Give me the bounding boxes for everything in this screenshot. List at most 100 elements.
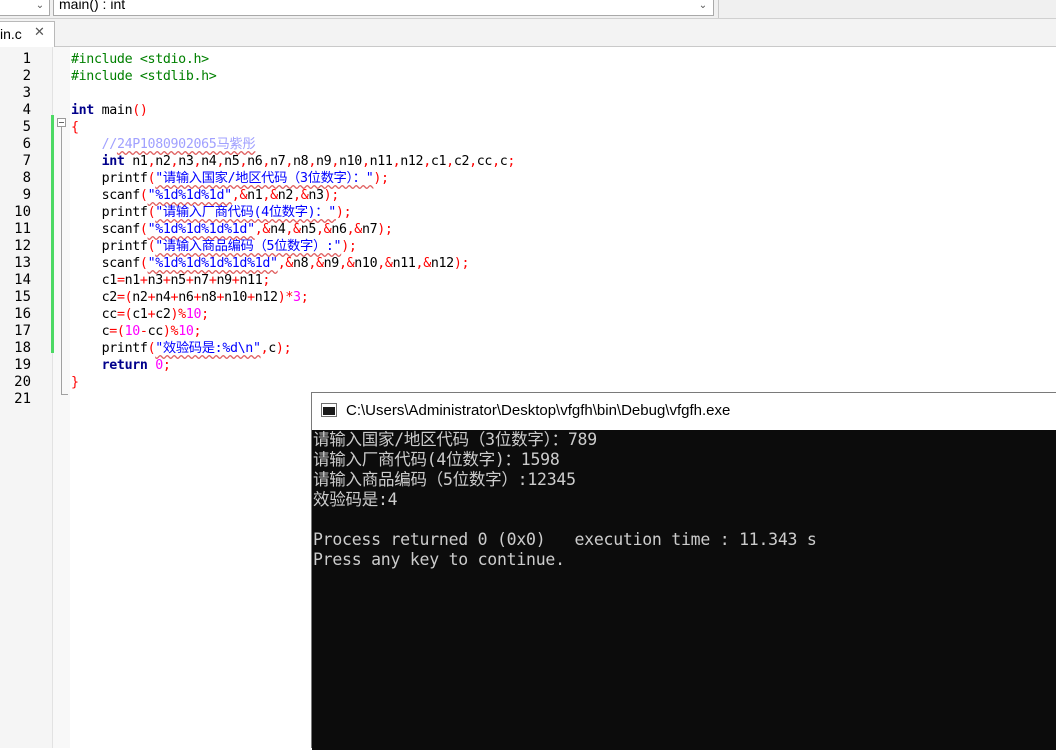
code-token: printf [71, 341, 148, 356]
code-token: 10 [178, 324, 194, 339]
code-line[interactable]: 11 scanf("%1d%1d%1d%1d",&n4,&n5,&n6,&n7)… [0, 221, 1056, 238]
code-token: + [162, 273, 171, 288]
code-line[interactable]: 4 int main() [0, 102, 1056, 119]
code-token: ; [201, 307, 209, 322]
code-line[interactable]: 18 printf("效验码是:%d\n",c); [0, 340, 1056, 357]
code-token: n10 [354, 256, 378, 271]
console-screen[interactable]: 请输入国家/地区代码（3位数字）：789 请输入厂商代码(4位数字)：1598 … [312, 430, 1056, 750]
code-line[interactable]: 7 int n1,n2,n3,n4,n5,n6,n7,n8,n9,n10,n11… [0, 153, 1056, 170]
line-number: 16 [14, 306, 31, 322]
code-token: n10 [338, 154, 362, 169]
line-number: 9 [22, 187, 31, 203]
code-line[interactable]: 3 [0, 85, 1056, 102]
code-token: )% [162, 324, 179, 339]
line-number: 17 [14, 323, 31, 339]
console-titlebar[interactable]: C:\Users\Administrator\Desktop\vfgfh\bin… [312, 393, 1056, 431]
code-text: } [71, 374, 79, 391]
code-line[interactable]: 5{ [0, 119, 1056, 136]
code-token: , [331, 154, 339, 169]
code-line[interactable]: 6 //24P1080902065马紫彤 [0, 136, 1056, 153]
code-token: = [116, 273, 125, 288]
code-token: ; [300, 290, 309, 305]
code-token: c [268, 341, 276, 356]
editor-tab-bar: in.c ✕ [0, 19, 1056, 47]
code-token: ; [162, 358, 171, 373]
code-token: "%1d%1d%1d%1d" [147, 222, 256, 237]
scope-combo[interactable]: ⌄ [0, 0, 50, 16]
code-token: & [270, 188, 278, 203]
code-token: "请输入商品编码（5位数字）:" [155, 239, 342, 254]
line-number: 15 [14, 289, 31, 305]
code-token: , [193, 154, 202, 169]
code-token: n11 [369, 154, 393, 169]
code-token: #include <stdio.h> [71, 52, 209, 67]
code-token: c [71, 324, 110, 339]
code-token: & [354, 222, 362, 237]
console-output-line: Process returned 0 (0x0) execution time … [313, 530, 817, 549]
code-token: cc [476, 154, 493, 169]
code-text: #include <stdlib.h> [71, 68, 217, 85]
code-token: n2 [155, 154, 171, 169]
code-text: c=(10-cc)%10; [71, 323, 202, 340]
code-line[interactable]: 16 cc=(c1+c2)%10; [0, 306, 1056, 323]
tab-main-c[interactable]: in.c ✕ [0, 21, 55, 47]
code-token: & [239, 188, 248, 203]
code-line[interactable]: 14 c1=n1+n3+n5+n7+n9+n11; [0, 272, 1056, 289]
code-line[interactable]: 10 printf("请输入厂商代码(4位数字)："); [0, 204, 1056, 221]
code-token: cc [147, 324, 164, 339]
code-token: , [361, 154, 370, 169]
code-token: ); [373, 171, 389, 186]
code-token: ( [139, 256, 148, 271]
code-token: + [247, 290, 255, 305]
code-token: + [139, 273, 148, 288]
console-output-line: 请输入国家/地区代码（3位数字）：789 [313, 430, 597, 449]
code-token: , [308, 154, 316, 169]
console-window[interactable]: C:\Users\Administrator\Desktop\vfgfh\bin… [311, 392, 1056, 750]
code-token: int [101, 154, 125, 169]
console-output-line: 请输入厂商代码(4位数字)：1598 [313, 450, 560, 469]
code-token: n3 [147, 273, 164, 288]
chevron-down-icon[interactable]: ⌄ [696, 0, 710, 12]
code-token: , [377, 256, 385, 271]
code-line[interactable]: 2 #include <stdlib.h> [0, 68, 1056, 85]
code-token: n5 [170, 273, 187, 288]
code-token: printf [71, 171, 148, 186]
code-token: & [423, 256, 431, 271]
function-combo[interactable]: main() : int ⌄ [53, 0, 714, 16]
console-output-line: 请输入商品编码（5位数字）:12345 [313, 470, 576, 489]
code-token: // [101, 137, 118, 152]
line-number: 19 [14, 357, 31, 373]
code-line[interactable]: 12 printf("请输入商品编码（5位数字）:"); [0, 238, 1056, 255]
code-token: , [338, 256, 347, 271]
code-token: "%1d%1d%1d" [147, 188, 233, 203]
code-text: //24P1080902065马紫彤 [71, 136, 256, 153]
code-line[interactable]: 17 c=(10-cc)%10; [0, 323, 1056, 340]
code-line[interactable]: 15 c2=(n2+n4+n6+n8+n10+n12)*3; [0, 289, 1056, 306]
code-line[interactable]: 8 printf("请输入国家/地区代码（3位数字）："); [0, 170, 1056, 187]
chevron-down-icon[interactable]: ⌄ [33, 0, 47, 12]
code-token: =( [116, 290, 133, 305]
code-line[interactable]: 19 return 0; [0, 357, 1056, 374]
code-token: , [285, 154, 294, 169]
code-line[interactable]: 9 scanf("%1d%1d%1d",&n1,&n2,&n3); [0, 187, 1056, 204]
code-line[interactable]: 13 scanf("%1d%1d%1d%1d%1d",&n8,&n9,&n10,… [0, 255, 1056, 272]
code-text: scanf("%1d%1d%1d%1d%1d",&n8,&n9,&n10,&n1… [71, 255, 470, 272]
code-token: , [293, 188, 301, 203]
console-output-line: Press any key to continue. [313, 550, 565, 569]
line-number: 2 [22, 68, 31, 84]
code-token: + [193, 290, 202, 305]
code-token: ; [507, 154, 516, 169]
code-token: n1 [124, 154, 148, 169]
code-token: c2 [453, 154, 470, 169]
code-token: 24P1080902065马紫彤 [116, 137, 256, 152]
toolbar: ⌄ main() : int ⌄ [0, 0, 1056, 19]
code-token: - [139, 324, 148, 339]
tab-label: in.c [0, 26, 22, 42]
code-line[interactable]: 20} [0, 374, 1056, 391]
code-token: , [446, 154, 454, 169]
code-token: n9 [216, 273, 232, 288]
code-line[interactable]: 1 #include <stdio.h> [0, 51, 1056, 68]
close-icon[interactable]: ✕ [34, 25, 45, 40]
code-token: n5 [300, 222, 317, 237]
